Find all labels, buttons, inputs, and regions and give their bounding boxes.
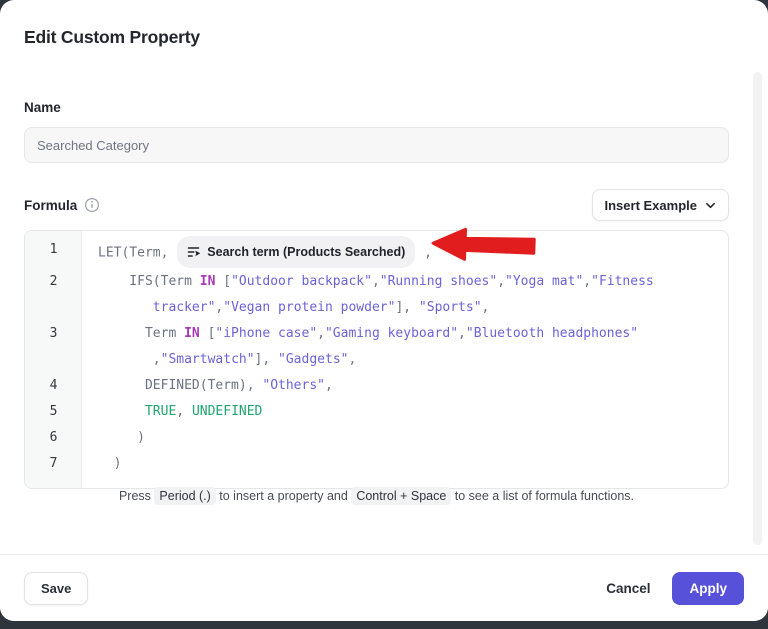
name-input[interactable] — [24, 127, 729, 163]
code-token: "Outdoor backpack" — [231, 274, 372, 289]
name-label: Name — [24, 100, 61, 115]
code-token: tracker" — [153, 300, 216, 315]
code-token: "Running shoes" — [380, 274, 497, 289]
hint-text: Press — [119, 489, 154, 503]
code-token: IN — [184, 326, 200, 341]
code-line[interactable]: 2 IFS(Term IN ["Outdoor backpack","Runni… — [25, 269, 728, 321]
code-token: DEFINED(Term), — [98, 378, 262, 393]
code-token: "Smartwatch" — [161, 352, 255, 367]
code-token: IFS(Term — [98, 274, 200, 289]
code-token: "Sports" — [419, 300, 482, 315]
modal-title: Edit Custom Property — [24, 27, 200, 48]
formula-header-row: Formula Insert Example — [24, 189, 729, 221]
code-token: , — [98, 352, 161, 367]
code-token — [98, 300, 153, 315]
chevron-down-icon — [705, 200, 716, 211]
code-token: Term — [98, 326, 184, 341]
code-token: , — [482, 300, 490, 315]
line-number: 2 — [25, 269, 82, 321]
apply-button[interactable]: Apply — [672, 572, 744, 605]
code-token: , — [348, 352, 356, 367]
code-token: , — [458, 326, 466, 341]
code-token: "Gaming keyboard" — [325, 326, 458, 341]
line-number: 7 — [25, 451, 82, 477]
kbd-period: Period (.) — [154, 487, 215, 505]
code-token: , — [317, 326, 325, 341]
code-token: [ — [200, 326, 216, 341]
code-token: "Fitness — [591, 274, 654, 289]
code-line[interactable]: 5 TRUE, UNDEFINED — [25, 399, 728, 425]
code-token: , — [176, 404, 192, 419]
code-token: "Gadgets" — [278, 352, 348, 367]
code-line[interactable]: 6 ) — [25, 425, 728, 451]
code-token: "iPhone case" — [215, 326, 317, 341]
property-chip[interactable]: Search term (Products Searched) — [177, 236, 415, 268]
line-number: 4 — [25, 373, 82, 399]
line-number: 1 — [25, 237, 82, 269]
code-token — [98, 404, 145, 419]
code-token: UNDEFINED — [192, 404, 262, 419]
code-token: LET(Term, — [98, 246, 176, 261]
line-number: 5 — [25, 399, 82, 425]
code-line[interactable]: 3 Term IN ["iPhone case","Gaming keyboar… — [25, 321, 728, 373]
hint-text: to see a list of formula functions. — [451, 489, 634, 503]
code-token: , — [325, 378, 333, 393]
code-token: , — [583, 274, 591, 289]
formula-hint: Press Period (.) to insert a property an… — [24, 489, 729, 503]
vertical-scrollbar[interactable] — [753, 72, 762, 545]
modal-footer: Save Cancel Apply — [0, 554, 768, 621]
code-token: , — [372, 274, 380, 289]
code-token: "Vegan protein powder" — [223, 300, 395, 315]
formula-editor[interactable]: 1 LET(Term, Search term (Products Searche… — [24, 230, 729, 489]
edit-custom-property-modal: Edit Custom Property Name Formula Insert… — [0, 0, 768, 621]
code-line[interactable]: 1 LET(Term, Search term (Products Searche… — [25, 237, 728, 269]
code-line[interactable]: 7 ) — [25, 451, 728, 477]
hint-text: to insert a property and — [216, 489, 352, 503]
code-token: IN — [200, 274, 216, 289]
line-number: 3 — [25, 321, 82, 373]
code-token: ], — [395, 300, 418, 315]
code-token: , — [497, 274, 505, 289]
code-line[interactable]: 4 DEFINED(Term), "Others", — [25, 373, 728, 399]
code-token: ) — [98, 430, 145, 445]
line-number: 6 — [25, 425, 82, 451]
info-icon[interactable] — [84, 197, 100, 213]
code-token: ) — [98, 456, 121, 471]
code-token: "Others" — [262, 378, 325, 393]
property-chip-label: Search term (Products Searched) — [207, 239, 405, 265]
insert-example-button[interactable]: Insert Example — [592, 189, 730, 221]
cancel-button[interactable]: Cancel — [606, 581, 650, 596]
kbd-control-space: Control + Space — [351, 487, 451, 505]
insert-example-label: Insert Example — [605, 198, 698, 213]
code-token: ], — [255, 352, 278, 367]
code-token: "Bluetooth headphones" — [466, 326, 638, 341]
formula-editor-lines: 1 LET(Term, Search term (Products Searche… — [25, 237, 728, 477]
code-token: "Yoga mat" — [505, 274, 583, 289]
save-button[interactable]: Save — [24, 572, 88, 605]
code-token: TRUE — [145, 404, 176, 419]
formula-label: Formula — [24, 198, 77, 213]
lines-cursor-icon — [187, 245, 201, 259]
code-token: , — [416, 246, 432, 261]
code-token: [ — [215, 274, 231, 289]
